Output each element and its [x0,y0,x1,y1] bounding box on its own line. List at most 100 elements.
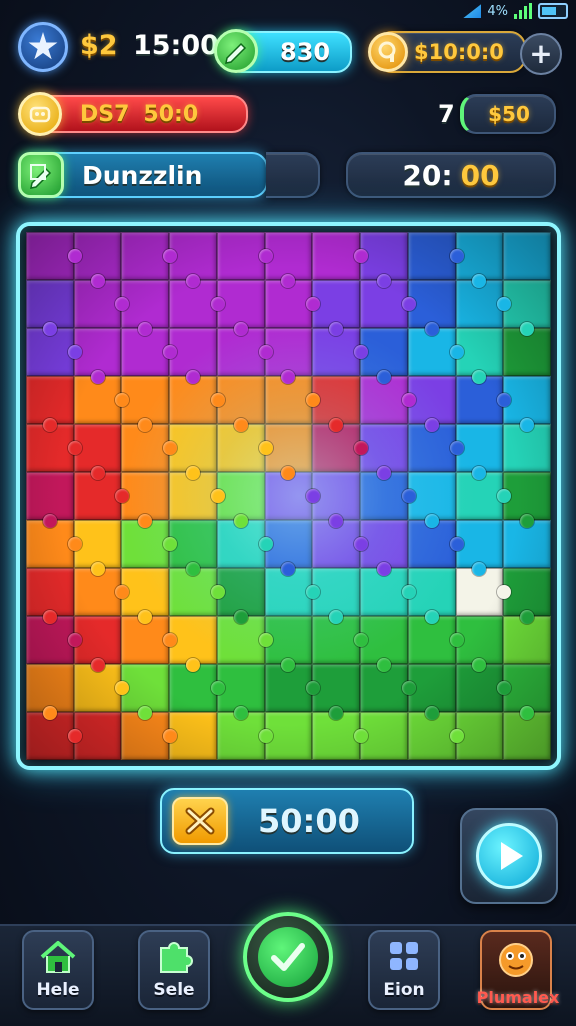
puzzle-piece[interactable] [216,232,273,280]
piece-tab [401,681,416,695]
play-icon [476,823,542,889]
lives-label: DS7 [80,101,130,127]
piece-tab [258,345,273,359]
score-display: $2 15:00 [80,30,219,61]
piece-tab [401,393,416,407]
robot-icon [18,92,62,136]
nav-home-button[interactable]: Hele [22,930,94,1010]
nav-grid-button[interactable]: Eion [368,930,440,1010]
piece-tab [354,537,369,551]
lives-pill[interactable]: DS7 50:0 [30,95,248,133]
puzzle-piece[interactable] [407,232,464,280]
piece-tab [258,249,273,263]
checkmark-icon [258,927,318,987]
puzzle-board[interactable] [16,222,561,770]
piece-tab [424,706,439,720]
piece-tab [90,658,105,672]
piece-tab [354,441,369,455]
piece-tab [42,514,57,528]
piece-tab [376,274,391,288]
add-coins-button[interactable]: + [520,33,562,75]
piece-tab [258,537,273,551]
piece-tab [376,370,391,384]
battery-icon [538,3,568,19]
grid-icon [390,942,418,970]
piece-tab [67,633,82,647]
puzzle-piece[interactable] [26,568,74,624]
home-icon [40,941,76,973]
nav-profile-label: Plumalex [476,988,560,1007]
player-name: Dunzzlin [82,160,203,190]
puzzle-piece[interactable] [121,232,178,280]
puzzle-piece[interactable] [26,376,74,432]
nav-grid-label: Eion [383,980,425,1000]
piece-tab [449,345,464,359]
round-timer: 20: 00 [346,152,556,198]
piece-tab [210,297,225,311]
close-icon [185,807,215,835]
piece-tab [258,441,273,455]
play-button[interactable] [460,808,558,904]
piece-tab [449,441,464,455]
count-label: 7 [438,100,455,128]
piece-tab [67,249,82,263]
round-timer-right: 00 [460,158,500,192]
confirm-button[interactable] [243,912,333,1002]
puzzle-piece[interactable] [26,280,74,336]
piece-tab [401,585,416,599]
piece-tab [90,562,105,576]
bonus-pill[interactable]: $50 [460,94,556,134]
puzzle-piece[interactable] [26,664,74,720]
puzzle-piece-icon [160,942,193,973]
piece-tab [67,729,82,743]
cookie-monster-icon [499,943,533,977]
piece-tab [424,610,439,624]
piece-tab [233,418,248,432]
cancel-button[interactable] [172,797,228,845]
player-name-pill-end [266,152,320,198]
piece-tab [233,322,248,336]
star-badge[interactable] [18,22,68,72]
bottom-timer-bar: 50:00 [160,788,414,854]
puzzle-piece[interactable] [26,472,74,528]
piece-tab [42,418,57,432]
score-time: 15:00 [132,30,219,61]
piece-tab [90,274,105,288]
puzzle-piece[interactable] [26,232,82,280]
piece-tab [354,729,369,743]
gems-value: 830 [280,38,331,66]
puzzle-grid[interactable] [26,232,551,760]
edit-icon [18,152,64,198]
piece-tab [42,610,57,624]
piece-tab [186,466,201,480]
pencil-icon [214,29,258,73]
piece-tab [424,418,439,432]
piece-tab [186,370,201,384]
bottom-timer-value: 50:00 [258,802,360,840]
puzzle-piece[interactable] [312,232,369,280]
piece-tab [258,729,273,743]
piece-tab [449,249,464,263]
piece-tab [376,466,391,480]
plus-icon: + [529,37,553,70]
piece-tab [67,537,82,551]
coin-icon [368,32,408,72]
piece-tab [376,658,391,672]
piece-tab [90,370,105,384]
piece-tab [42,706,57,720]
nav-piece-label: Sele [153,980,195,1000]
piece-tab [449,633,464,647]
piece-tab [42,322,57,336]
piece-tab [90,466,105,480]
piece-tab [233,706,248,720]
piece-tab [186,274,201,288]
star-icon [28,32,58,60]
piece-tab [424,514,439,528]
piece-tab [354,345,369,359]
piece-tab [186,562,201,576]
score-prefix: $2 [80,30,118,61]
piece-tab [376,562,391,576]
signal-icon [463,4,482,18]
puzzle-piece[interactable] [503,232,551,280]
nav-piece-button[interactable]: Sele [138,930,210,1010]
